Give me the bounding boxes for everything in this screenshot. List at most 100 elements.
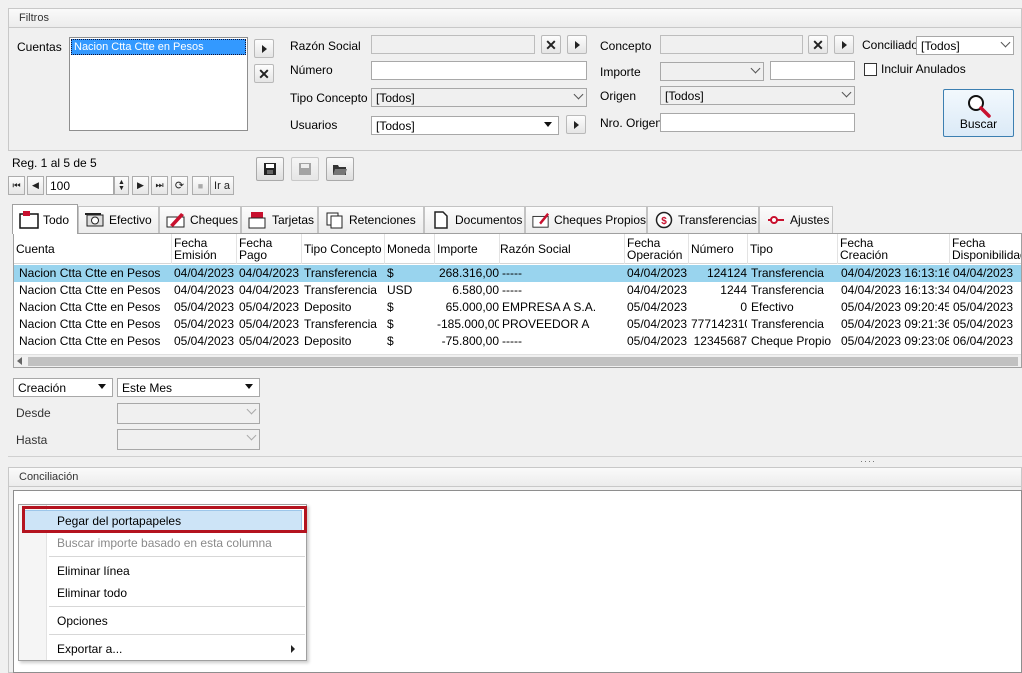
menu-item-opciones[interactable]: Opciones [57, 614, 108, 628]
next-page-button[interactable]: ▶ [132, 176, 149, 195]
date-range-select[interactable]: Este Mes [117, 378, 260, 397]
conciliado-select[interactable]: [Todos] [916, 36, 1014, 55]
usuarios-search-button[interactable] [566, 115, 586, 134]
cell-fecha-operacion: 04/04/2023 [627, 283, 687, 297]
cell-importe: -75.800,00 [441, 334, 499, 348]
cell-tipo-concepto: Transferencia [304, 283, 377, 297]
concepto-clear-button[interactable]: ✕ [808, 35, 828, 54]
splitter-handle[interactable]: ···· [8, 456, 1022, 466]
column-header[interactable]: Importe [435, 234, 500, 264]
column-header[interactable]: Tipo [748, 234, 838, 264]
table-row[interactable]: Nacion Ctta Ctte en Pesos 05/04/2023 05/04… [14, 316, 1021, 333]
table-row[interactable]: Nacion Ctta Ctte en Pesos 05/04/2023 05/04… [14, 333, 1021, 350]
arrow-right-icon [573, 120, 579, 129]
table-row[interactable]: Nacion Ctta Ctte en Pesos 05/04/2023 05/04… [14, 299, 1021, 316]
razon-social-field[interactable] [371, 35, 535, 54]
table-row[interactable]: Nacion Ctta Ctte en Pesos 04/04/2023 04/04… [14, 265, 1021, 282]
concepto-field[interactable] [660, 35, 803, 54]
open-button[interactable] [326, 157, 354, 181]
column-header[interactable]: Moneda [385, 234, 435, 264]
incluir-anulados-checkbox[interactable] [864, 63, 877, 76]
cell-importe: 268.316,00 [438, 266, 499, 280]
column-header[interactable]: Razón Social [500, 234, 625, 264]
close-icon: ✕ [545, 36, 557, 53]
save-disabled-button[interactable] [291, 157, 319, 181]
record-count: Reg. 1 al 5 de 5 [12, 156, 97, 170]
hasta-date-picker[interactable] [117, 429, 260, 450]
date-field-select[interactable]: Creación [13, 378, 113, 397]
tab-tarjetas[interactable]: Tarjetas [241, 206, 318, 233]
column-header[interactable]: Fecha Creación [838, 234, 950, 264]
origen-label: Origen [600, 89, 637, 103]
razon-social-clear-button[interactable]: ✕ [541, 35, 561, 54]
file-icon [434, 211, 448, 229]
horizontal-scrollbar[interactable] [14, 354, 1021, 367]
submenu-arrow-icon [291, 645, 295, 653]
tab-transferencias[interactable]: $ Transferencias [647, 206, 759, 233]
cuentas-listbox[interactable]: Nacion Ctta Ctte en Pesos [69, 37, 248, 131]
table-row[interactable]: Nacion Ctta Ctte en Pesos 04/04/2023 04/04… [14, 282, 1021, 299]
nro-origen-field[interactable] [660, 113, 855, 132]
first-page-button[interactable]: ⏮ [8, 176, 25, 195]
cell-cuenta: Nacion Ctta Ctte en Pesos [19, 266, 161, 280]
chevron-down-icon [246, 430, 257, 441]
tab-retenciones[interactable]: Retenciones [318, 206, 424, 233]
last-page-button[interactable]: ⏭ [151, 176, 168, 195]
tab-label: Tarjetas [272, 213, 315, 227]
column-header[interactable]: Tipo Concepto [302, 234, 385, 264]
movements-grid[interactable]: Cuenta Fecha Emisión Fecha Pago Tipo Conce… [13, 233, 1022, 368]
concepto-search-button[interactable] [834, 35, 854, 54]
column-header[interactable]: Número [689, 234, 748, 264]
tab-documentos[interactable]: Documentos [424, 206, 525, 233]
refresh-button[interactable]: ⟳ [171, 176, 188, 195]
tab-cheques[interactable]: Cheques [159, 206, 241, 233]
numero-field[interactable] [371, 61, 587, 80]
arrow-right-icon [261, 44, 267, 53]
chevron-down-icon [750, 63, 761, 74]
cell-fecha-operacion: 04/04/2023 [627, 266, 687, 280]
usuarios-select[interactable]: [Todos] [371, 116, 559, 135]
razon-social-search-button[interactable] [567, 35, 587, 54]
origen-select[interactable]: [Todos] [660, 86, 855, 105]
go-to-button[interactable]: Ir a [210, 176, 234, 195]
importe-field[interactable] [770, 61, 855, 80]
cell-importe: 6.580,00 [452, 283, 499, 297]
menu-item-buscar-importe[interactable]: Buscar importe basado en esta columna [57, 536, 272, 550]
scrollbar-thumb[interactable] [28, 357, 1018, 366]
column-header[interactable]: Fecha Operación [625, 234, 689, 264]
buscar-button[interactable]: Buscar [943, 89, 1014, 137]
tab-efectivo[interactable]: Efectivo [78, 206, 159, 233]
desde-date-picker[interactable] [117, 403, 260, 424]
transfer-icon: $ [655, 211, 673, 229]
cell-razon-social: ----- [502, 283, 522, 297]
dropdown-arrow-icon [98, 384, 106, 389]
cuentas-add-button[interactable] [254, 39, 274, 58]
column-header[interactable]: Fecha Pago [237, 234, 302, 264]
cell-moneda: $ [387, 266, 394, 280]
page-size-input[interactable]: 100 [46, 176, 114, 195]
cuentas-selected-item[interactable]: Nacion Ctta Ctte en Pesos [71, 39, 246, 55]
prev-page-button[interactable]: ◀ [27, 176, 44, 195]
menu-item-eliminar-todo[interactable]: Eliminar todo [57, 586, 127, 600]
tipo-concepto-select[interactable]: [Todos] [371, 88, 587, 107]
cell-cuenta: Nacion Ctta Ctte en Pesos [19, 317, 161, 331]
tab-label: Documentos [455, 213, 523, 227]
tab-cheques-propios[interactable]: Cheques Propios [525, 206, 647, 233]
column-header[interactable]: Fecha Emisión [172, 234, 237, 264]
save-button[interactable] [256, 157, 284, 181]
cell-razon-social: ----- [502, 266, 522, 280]
page-size-stepper[interactable]: ▲ ▼ [114, 176, 129, 195]
tab-ajustes[interactable]: Ajustes [759, 206, 833, 233]
cell-tipo-concepto: Transferencia [304, 317, 377, 331]
importe-operator-select[interactable] [660, 62, 764, 81]
stop-button[interactable]: ■ [192, 176, 209, 195]
cuentas-clear-button[interactable]: ✕ [254, 64, 274, 83]
cell-fecha-pago: 05/04/2023 [239, 300, 300, 314]
menu-item-exportar[interactable]: Exportar a... [57, 642, 122, 656]
tab-todo[interactable]: Todo [12, 204, 78, 234]
last-icon: ⏭ [155, 180, 164, 190]
menu-item-eliminar-linea[interactable]: Eliminar línea [57, 564, 130, 578]
column-header[interactable]: Fecha Disponibilidad [950, 234, 1021, 264]
column-header[interactable]: Cuenta [14, 234, 172, 264]
cell-tipo: Transferencia [751, 283, 824, 297]
